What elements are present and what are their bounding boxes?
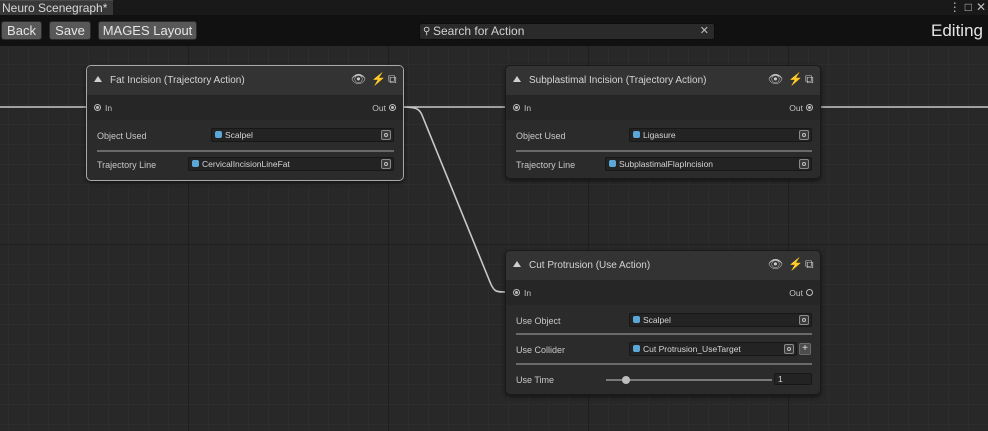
gameobject-icon	[633, 345, 640, 352]
gameobject-icon	[633, 316, 640, 323]
field-label: Object Used	[516, 131, 566, 141]
search-icon: ⚲	[423, 26, 431, 37]
node-title: Subplastimal Incision (Trajectory Action…	[529, 75, 707, 86]
object-picker-icon[interactable]	[799, 130, 809, 140]
gameobject-icon	[215, 131, 222, 138]
out-port-label: Out	[789, 288, 803, 298]
in-port[interactable]	[513, 104, 520, 111]
port-row: In Out	[87, 95, 403, 120]
object-field[interactable]: Scalpel	[211, 128, 394, 142]
search-action-field[interactable]: ⚲ Search for Action ✕	[419, 23, 715, 40]
field-label: Object Used	[97, 131, 147, 141]
mode-label: Editing	[931, 21, 983, 40]
back-button[interactable]: Back	[1, 21, 42, 40]
object-field-value: SubplastimalFlapIncision	[619, 159, 714, 169]
link-icon[interactable]: ⧉	[805, 73, 814, 85]
object-field-value: Scalpel	[643, 315, 671, 325]
use-time-number-field[interactable]: 1	[774, 373, 812, 385]
link-icon[interactable]: ⧉	[805, 258, 814, 270]
eye-icon[interactable]: 👁	[768, 258, 783, 270]
window-controls: ⋮ □ ✕	[949, 0, 986, 15]
node-header[interactable]: Fat Incision (Trajectory Action) 👁 ⚡ ⧉	[87, 66, 403, 95]
mages-layout-button[interactable]: MAGES Layout	[98, 21, 197, 40]
field-row-object-used: Object Used Scalpel	[87, 123, 403, 149]
node-title: Fat Incision (Trajectory Action)	[110, 75, 245, 86]
field-divider	[516, 333, 812, 335]
out-port[interactable]	[389, 104, 396, 111]
node-header[interactable]: Subplastimal Incision (Trajectory Action…	[506, 66, 820, 95]
lightning-icon[interactable]: ⚡	[788, 258, 803, 270]
field-row-trajectory-line: Trajectory Line SubplastimalFlapIncision	[506, 152, 820, 178]
object-picker-icon[interactable]	[381, 130, 391, 140]
collapse-triangle-icon[interactable]	[513, 261, 521, 267]
window-tab-title: Neuro Scenegraph*	[2, 1, 108, 15]
object-field-value: Scalpel	[225, 130, 253, 140]
object-field-value: CervicalIncisionLineFat	[202, 159, 290, 169]
node-header[interactable]: Cut Protrusion (Use Action) 👁 ⚡ ⧉	[506, 251, 820, 280]
node-fat-incision[interactable]: Fat Incision (Trajectory Action) 👁 ⚡ ⧉ I…	[86, 65, 404, 181]
field-divider	[516, 363, 812, 365]
window-tab[interactable]: Neuro Scenegraph*	[0, 0, 114, 15]
node-title: Cut Protrusion (Use Action)	[529, 260, 651, 271]
lightning-icon[interactable]: ⚡	[371, 73, 386, 85]
object-field-value: Ligasure	[643, 130, 676, 140]
object-field[interactable]: Ligasure	[629, 128, 812, 142]
maximize-icon[interactable]: □	[965, 0, 972, 15]
gameobject-icon	[633, 131, 640, 138]
kebab-menu-icon[interactable]: ⋮	[949, 0, 961, 15]
clear-search-icon[interactable]: ✕	[700, 24, 709, 39]
field-label: Use Collider	[516, 345, 566, 355]
port-row: In Out	[506, 280, 820, 305]
field-row-use-time: Use Time 1	[506, 367, 820, 393]
gameobject-icon	[192, 160, 199, 167]
object-field[interactable]: SubplastimalFlapIncision	[605, 157, 812, 171]
add-collider-button[interactable]: +	[799, 343, 811, 355]
field-row-object-used: Object Used Ligasure	[506, 123, 820, 149]
field-row-trajectory-line: Trajectory Line CervicalIncisionLineFat	[87, 152, 403, 178]
out-port[interactable]	[806, 104, 813, 111]
out-port-label: Out	[789, 103, 803, 113]
in-port-label: In	[105, 103, 113, 113]
in-port[interactable]	[513, 289, 520, 296]
field-row-use-collider: Use Collider Cut Protrusion_UseTarget +	[506, 337, 820, 363]
save-button[interactable]: Save	[49, 21, 91, 40]
eye-icon[interactable]: 👁	[351, 73, 366, 85]
field-label: Use Time	[516, 375, 555, 385]
in-port-label: In	[524, 103, 532, 113]
scenegraph-window: Neuro Scenegraph* ⋮ □ ✕ Back Save MAGES …	[0, 0, 988, 431]
out-port-label: Out	[372, 103, 386, 113]
object-picker-icon[interactable]	[381, 159, 391, 169]
object-picker-icon[interactable]	[799, 315, 809, 325]
collapse-triangle-icon[interactable]	[513, 76, 521, 82]
port-row: In Out	[506, 95, 820, 120]
object-field-value: Cut Protrusion_UseTarget	[643, 344, 741, 354]
eye-icon[interactable]: 👁	[768, 73, 783, 85]
use-time-slider-thumb[interactable]	[621, 376, 630, 384]
out-port[interactable]	[806, 289, 813, 296]
object-picker-icon[interactable]	[799, 159, 809, 169]
in-port-label: In	[524, 288, 532, 298]
node-cut-protrusion[interactable]: Cut Protrusion (Use Action) 👁 ⚡ ⧉ In Out…	[505, 250, 821, 395]
field-label: Use Object	[516, 316, 561, 326]
object-picker-icon[interactable]	[784, 344, 794, 354]
lightning-icon[interactable]: ⚡	[788, 73, 803, 85]
search-action-text: Search for Action	[433, 24, 525, 38]
in-port[interactable]	[94, 104, 101, 111]
field-row-use-object: Use Object Scalpel	[506, 308, 820, 334]
object-field[interactable]: Scalpel	[629, 313, 812, 327]
collapse-triangle-icon[interactable]	[94, 76, 102, 82]
gameobject-icon	[609, 160, 616, 167]
field-label: Trajectory Line	[516, 160, 576, 170]
field-label: Trajectory Line	[97, 160, 157, 170]
object-field[interactable]: CervicalIncisionLineFat	[188, 157, 394, 171]
close-icon[interactable]: ✕	[976, 0, 986, 15]
use-time-slider[interactable]	[606, 379, 772, 381]
window-title-bar: Neuro Scenegraph* ⋮ □ ✕	[0, 0, 988, 15]
graph-toolbar: Back Save MAGES Layout ⚲ Search for Acti…	[0, 15, 988, 46]
node-subplastimal-incision[interactable]: Subplastimal Incision (Trajectory Action…	[505, 65, 821, 179]
object-field[interactable]: Cut Protrusion_UseTarget	[629, 342, 797, 356]
link-icon[interactable]: ⧉	[388, 73, 397, 85]
